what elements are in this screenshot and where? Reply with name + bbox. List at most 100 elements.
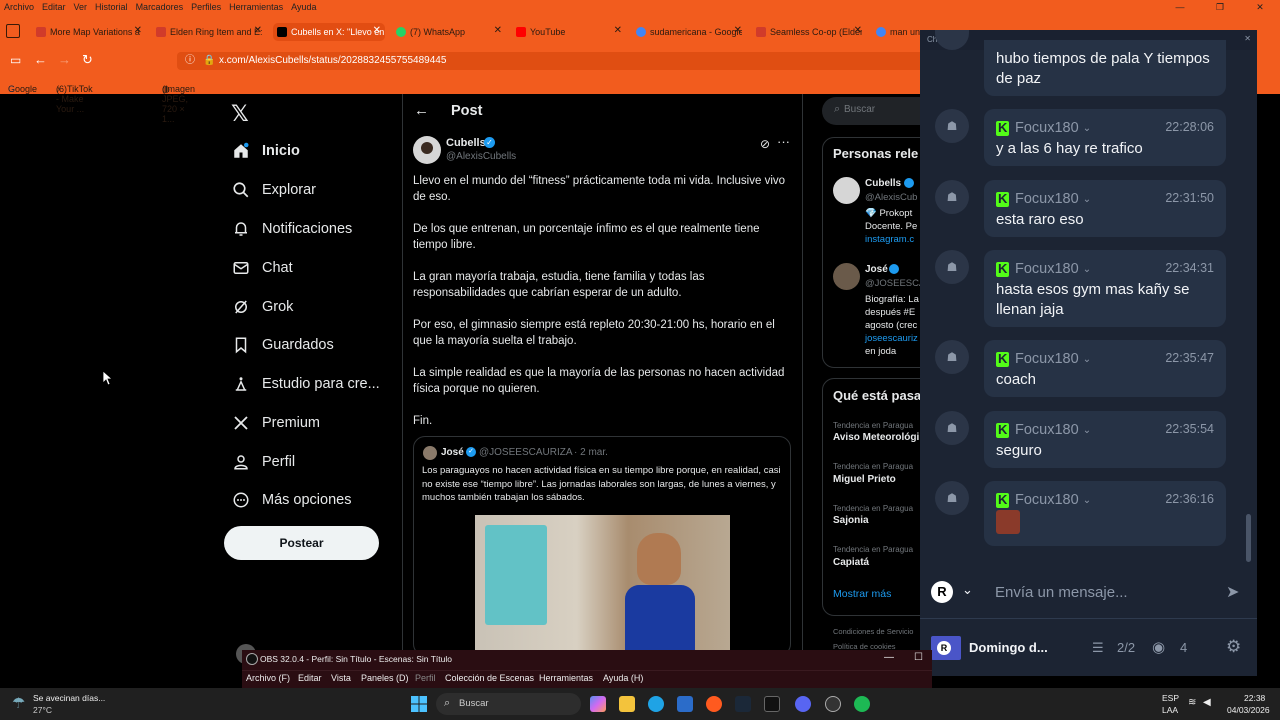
person-avatar[interactable] bbox=[833, 177, 860, 204]
menu-editar[interactable]: Editar bbox=[42, 0, 66, 14]
obs-menu-vista[interactable]: Vista bbox=[331, 673, 351, 683]
tab-item[interactable]: More Map Variations a ✕ bbox=[36, 23, 142, 41]
clock-time[interactable]: 22:38 bbox=[1244, 693, 1265, 703]
obs-icon[interactable] bbox=[825, 696, 841, 712]
edge-icon[interactable] bbox=[648, 696, 664, 712]
chat-identity-avatar[interactable]: R bbox=[931, 581, 953, 603]
sidebar-item-notificaciones[interactable]: Notificaciones bbox=[232, 220, 352, 238]
menu-marcadores[interactable]: Marcadores bbox=[136, 0, 184, 14]
tab-close-icon[interactable]: ✕ bbox=[254, 25, 262, 36]
windows-start-icon[interactable] bbox=[411, 696, 427, 712]
person-avatar[interactable] bbox=[833, 263, 860, 290]
footer-link[interactable]: Condiciones de Servicio bbox=[833, 627, 913, 636]
tab-item[interactable]: (7) WhatsApp ✕ bbox=[396, 23, 502, 41]
tab-close-icon[interactable]: ✕ bbox=[614, 25, 622, 36]
tab-item[interactable]: Elden Ring Item and E: ✕ bbox=[156, 23, 262, 41]
quote-image[interactable] bbox=[475, 515, 730, 655]
obs-menu-perfil[interactable]: Perfil bbox=[415, 673, 436, 683]
menu-perfiles[interactable]: Perfiles bbox=[191, 0, 221, 14]
grok-icon[interactable]: ⊘ bbox=[760, 137, 770, 151]
sidebar-item-perfil[interactable]: Perfil bbox=[232, 453, 295, 471]
sidebar-item-explorar[interactable]: Explorar bbox=[232, 181, 316, 199]
sidebar-item-premium[interactable]: Premium bbox=[232, 414, 320, 432]
weather-text[interactable]: Se avecinan días... bbox=[33, 693, 105, 703]
tab-close-icon[interactable]: ✕ bbox=[734, 25, 742, 36]
obs-menu-paneles[interactable]: Paneles (D) bbox=[361, 673, 409, 683]
sidebar-item-estudio[interactable]: Estudio para cre... bbox=[232, 375, 380, 393]
tab-overview-icon[interactable] bbox=[6, 24, 20, 38]
tab-close-icon[interactable]: ✕ bbox=[373, 25, 381, 36]
chevron-down-icon[interactable]: ⌄ bbox=[962, 582, 973, 598]
firefox-icon[interactable] bbox=[706, 696, 722, 712]
menu-herramientas[interactable]: Herramientas bbox=[229, 0, 283, 14]
taskbar-search[interactable]: ⌕ Buscar bbox=[436, 693, 581, 715]
reload-icon[interactable]: ↻ bbox=[82, 52, 93, 68]
language-indicator[interactable]: ESP bbox=[1162, 693, 1179, 703]
trend-name[interactable]: Aviso Meteorológi bbox=[833, 432, 919, 443]
keyboard-layout[interactable]: LAA bbox=[1162, 705, 1178, 715]
gear-icon[interactable]: ⚙ bbox=[1226, 637, 1241, 657]
obs-menu-editar[interactable]: Editar bbox=[298, 673, 322, 683]
maximize-icon[interactable]: ☐ bbox=[914, 652, 923, 663]
x-logo-icon[interactable]: 𝕏 bbox=[231, 101, 249, 127]
tab-item[interactable]: YouTube ✕ bbox=[516, 23, 622, 41]
back-icon[interactable]: ← bbox=[34, 52, 47, 67]
stream-thumbnail[interactable]: R bbox=[931, 636, 961, 660]
user-avatar[interactable]: ☗ bbox=[935, 340, 969, 374]
clock-date[interactable]: 04/03/2026 bbox=[1227, 705, 1270, 715]
post-button[interactable]: Postear bbox=[224, 526, 379, 560]
chevron-down-icon[interactable]: ⌄ bbox=[1083, 354, 1091, 365]
menu-archivo[interactable]: Archivo bbox=[4, 0, 34, 14]
store-icon[interactable] bbox=[677, 696, 693, 712]
user-avatar[interactable]: ☗ bbox=[935, 411, 969, 445]
minimize-icon[interactable]: — bbox=[1160, 0, 1200, 14]
person-link[interactable]: instagram.c bbox=[865, 234, 914, 245]
chat-scrollbar[interactable] bbox=[1246, 514, 1251, 562]
chat-close-icon[interactable]: ✕ bbox=[1244, 34, 1251, 43]
quoted-post[interactable]: José ✓ @JOSEESCAURIZA · 2 mar. Los parag… bbox=[413, 436, 791, 656]
obs-menu-coleccion[interactable]: Colección de Escenas bbox=[445, 673, 534, 683]
file-explorer-icon[interactable] bbox=[619, 696, 635, 712]
trend-name[interactable]: Sajonia bbox=[833, 515, 869, 526]
obs-menu-herramientas[interactable]: Herramientas bbox=[539, 673, 593, 683]
sidebar-item-grok[interactable]: Grok bbox=[232, 298, 293, 316]
user-avatar[interactable]: ☗ bbox=[935, 109, 969, 143]
chat-message-input[interactable]: Envía un mensaje... bbox=[995, 584, 1128, 601]
sidebar-item-inicio[interactable]: Inicio bbox=[232, 142, 300, 160]
author-name[interactable]: Cubells bbox=[446, 137, 486, 149]
more-options-icon[interactable]: ··· bbox=[777, 134, 790, 149]
show-more-link[interactable]: Mostrar más bbox=[833, 588, 891, 600]
trend-name[interactable]: Capiatá bbox=[833, 557, 869, 568]
steam-icon[interactable] bbox=[735, 696, 751, 712]
user-avatar[interactable]: ☗ bbox=[935, 250, 969, 284]
person-link[interactable]: joseescauriz bbox=[865, 333, 918, 344]
sidebar-item-guardados[interactable]: Guardados bbox=[232, 336, 334, 354]
send-icon[interactable]: ➤ bbox=[1226, 582, 1239, 602]
tab-close-icon[interactable]: ✕ bbox=[494, 25, 502, 36]
volume-icon[interactable]: ◀ bbox=[1203, 697, 1211, 708]
chevron-down-icon[interactable]: ⌄ bbox=[1083, 264, 1091, 275]
person-name[interactable]: Cubells bbox=[865, 178, 901, 189]
minimize-icon[interactable]: — bbox=[884, 652, 894, 663]
discord-icon[interactable] bbox=[795, 696, 811, 712]
epic-games-icon[interactable] bbox=[764, 696, 780, 712]
back-arrow-icon[interactable]: ← bbox=[414, 102, 429, 119]
user-avatar[interactable]: ☗ bbox=[935, 481, 969, 515]
author-handle[interactable]: @AlexisCubells bbox=[446, 151, 516, 162]
tab-close-icon[interactable]: ✕ bbox=[134, 25, 142, 36]
forward-icon[interactable]: → bbox=[58, 52, 71, 67]
menu-ayuda[interactable]: Ayuda bbox=[291, 0, 316, 14]
spotify-icon[interactable] bbox=[854, 696, 870, 712]
close-icon[interactable]: ✕ bbox=[1240, 0, 1280, 14]
user-avatar[interactable]: ☗ bbox=[935, 180, 969, 214]
sidebar-item-mas-opciones[interactable]: Más opciones bbox=[232, 491, 351, 509]
chevron-down-icon[interactable]: ⌄ bbox=[1083, 425, 1091, 436]
tab-close-icon[interactable]: ✕ bbox=[854, 25, 862, 36]
tab-item-active[interactable]: Cubells en X: "Llevo en ✕ bbox=[273, 23, 385, 41]
sidebar-toggle-icon[interactable]: ▭ bbox=[10, 53, 21, 67]
weather-icon[interactable]: ☂ bbox=[12, 694, 25, 712]
copilot-icon[interactable] bbox=[590, 696, 606, 712]
chevron-down-icon[interactable]: ⌄ bbox=[1083, 495, 1091, 506]
author-avatar[interactable] bbox=[413, 136, 441, 164]
wifi-icon[interactable]: ≋ bbox=[1188, 697, 1196, 708]
